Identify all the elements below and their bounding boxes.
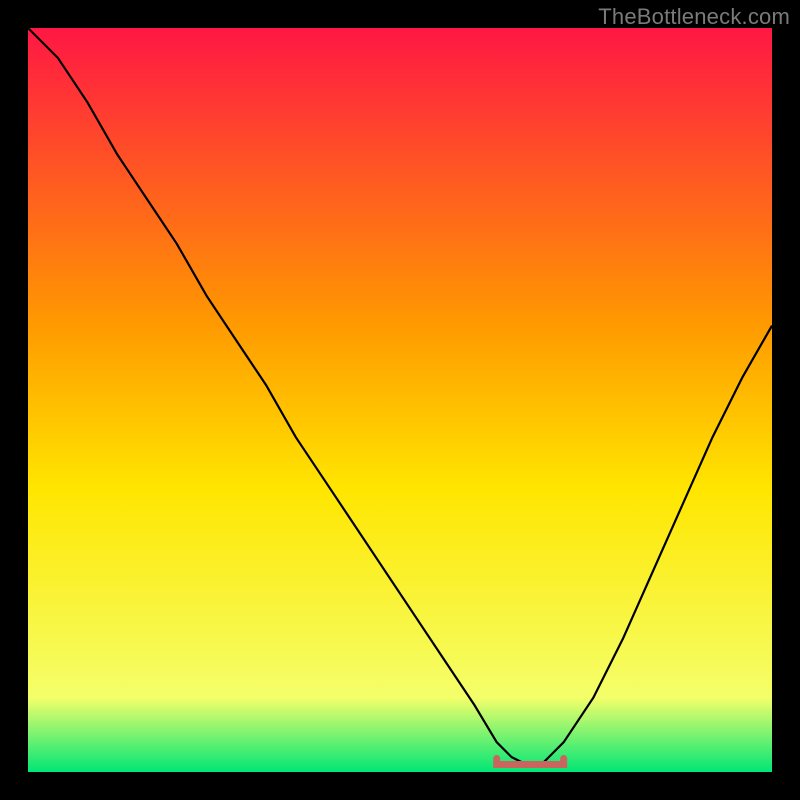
bottleneck-chart [28, 28, 772, 772]
chart-frame: TheBottleneck.com [0, 0, 800, 800]
watermark-label: TheBottleneck.com [598, 4, 790, 30]
chart-background [28, 28, 772, 772]
